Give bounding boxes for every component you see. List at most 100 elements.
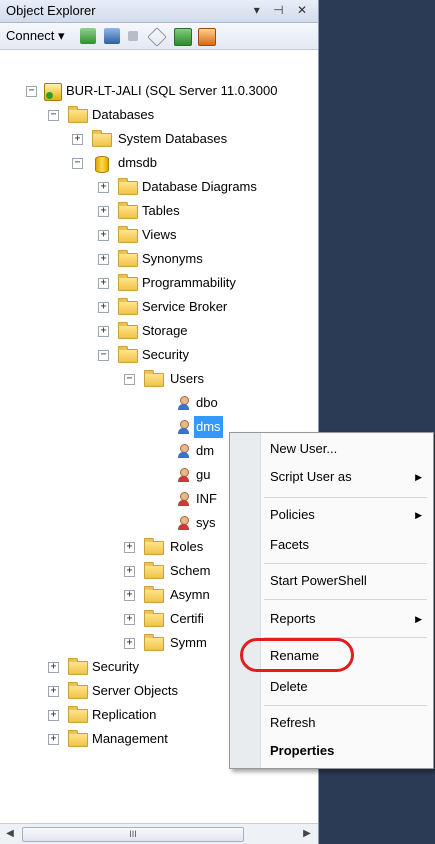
tree-label[interactable]: Security (142, 344, 189, 366)
menu-item-facets[interactable]: Facets (270, 533, 426, 557)
menu-item-label: Policies (270, 507, 315, 522)
tree-label[interactable]: Symm (170, 632, 207, 654)
folder-icon (118, 178, 138, 195)
menu-item-delete[interactable]: Delete (270, 675, 426, 699)
expand-toggle[interactable]: + (48, 734, 59, 745)
tree-label[interactable]: System Databases (118, 128, 227, 150)
expand-toggle[interactable]: + (124, 638, 135, 649)
expand-toggle[interactable]: + (124, 590, 135, 601)
tree-label[interactable]: gu (196, 464, 210, 486)
expand-toggle[interactable]: + (98, 206, 109, 217)
tree-label[interactable]: Replication (92, 704, 156, 726)
expand-toggle[interactable]: + (98, 278, 109, 289)
menu-item-policies[interactable]: Policies ▶ (270, 503, 426, 527)
expand-toggle[interactable]: + (124, 542, 135, 553)
expand-toggle[interactable]: + (124, 614, 135, 625)
database-icon (95, 156, 109, 173)
refresh-icon[interactable] (174, 28, 192, 46)
collapse-toggle[interactable]: − (26, 86, 37, 97)
menu-item-start-powershell[interactable]: Start PowerShell (270, 569, 426, 593)
scroll-thumb[interactable]: III (22, 827, 244, 842)
user-disabled-icon (176, 516, 191, 531)
expand-toggle[interactable]: + (98, 326, 109, 337)
menu-item-label: Properties (270, 743, 335, 758)
tree-label[interactable]: Roles (170, 536, 203, 558)
menu-item-refresh[interactable]: Refresh (270, 711, 426, 735)
tree-label[interactable]: Service Broker (142, 296, 227, 318)
submenu-arrow-icon: ▶ (415, 614, 422, 624)
stop-icon[interactable] (128, 31, 138, 41)
collapse-toggle[interactable]: − (72, 158, 83, 169)
folder-icon (118, 250, 138, 267)
menu-item-properties[interactable]: Properties (270, 739, 426, 763)
menu-item-script-user-as[interactable]: Script User as ▶ (270, 465, 426, 489)
tree-label[interactable]: INF (196, 488, 217, 510)
tree-label[interactable]: Certifi (170, 608, 204, 630)
tree-label[interactable]: Programmability (142, 272, 236, 294)
disconnect-icon[interactable] (104, 28, 120, 44)
folder-icon (144, 538, 164, 555)
scroll-right-icon[interactable]: ▶ (300, 827, 314, 841)
tree-label[interactable]: dms (194, 416, 223, 438)
connect-button[interactable]: Connect ▾ (6, 28, 65, 44)
expand-toggle[interactable]: + (48, 686, 59, 697)
expand-toggle[interactable]: + (98, 230, 109, 241)
menu-item-new-user[interactable]: New User... (270, 437, 426, 461)
horizontal-scrollbar[interactable]: ◀ III ▶ (0, 823, 318, 844)
menu-separator (264, 497, 427, 498)
rename-highlight-circle (240, 638, 354, 672)
menu-item-label: Facets (270, 537, 310, 552)
connect-icon[interactable] (80, 28, 96, 44)
tree-label[interactable]: Synonyms (142, 248, 203, 270)
collapse-toggle[interactable]: − (48, 110, 59, 121)
tree-label[interactable]: dm (196, 440, 214, 462)
object-explorer-toolbar: Connect ▾ (0, 23, 318, 50)
folder-icon (118, 202, 138, 219)
filter-icon[interactable] (147, 27, 167, 47)
tree-label[interactable]: dmsdb (118, 152, 157, 174)
tree-label[interactable]: dbo (196, 392, 218, 414)
menu-item-label: Script User as (270, 469, 352, 484)
tree-label[interactable]: Asymn (170, 584, 210, 606)
folder-icon (118, 226, 138, 243)
tree-label[interactable]: Views (142, 224, 176, 246)
user-disabled-icon (176, 468, 191, 483)
expand-toggle[interactable]: + (48, 710, 59, 721)
activity-icon[interactable] (198, 28, 216, 46)
submenu-arrow-icon: ▶ (415, 510, 422, 520)
tree-label[interactable]: Database Diagrams (142, 176, 257, 198)
menu-separator (264, 563, 427, 564)
folder-icon (144, 562, 164, 579)
window-controls-icon[interactable]: ▾ ⊣ ✕ (254, 3, 312, 17)
submenu-arrow-icon: ▶ (415, 472, 422, 482)
tree-label[interactable]: Tables (142, 200, 180, 222)
tree-label[interactable]: Storage (142, 320, 188, 342)
folder-icon (68, 682, 88, 699)
expand-toggle[interactable]: + (124, 566, 135, 577)
tree-label[interactable]: sys (196, 512, 216, 534)
panel-title: Object Explorer (6, 3, 96, 18)
tree-label[interactable]: Server Objects (92, 680, 178, 702)
tree-label[interactable]: Users (170, 368, 204, 390)
folder-icon (118, 274, 138, 291)
tree-label[interactable]: Security (92, 656, 139, 678)
collapse-toggle[interactable]: − (124, 374, 135, 385)
expand-toggle[interactable]: + (98, 302, 109, 313)
menu-item-reports[interactable]: Reports ▶ (270, 607, 426, 631)
scroll-left-icon[interactable]: ◀ (3, 827, 17, 841)
menu-item-label: Reports (270, 611, 316, 626)
tree-label[interactable]: BUR-LT-JALI (SQL Server 11.0.3000 (66, 80, 277, 102)
folder-icon (68, 658, 88, 675)
menu-separator (264, 705, 427, 706)
object-explorer-titlebar: Object Explorer ▾ ⊣ ✕ (0, 0, 318, 23)
expand-toggle[interactable]: + (98, 182, 109, 193)
collapse-toggle[interactable]: − (98, 350, 109, 361)
tree-label[interactable]: Management (92, 728, 168, 750)
tree-label[interactable]: Schem (170, 560, 210, 582)
expand-toggle[interactable]: + (48, 662, 59, 673)
expand-toggle[interactable]: + (98, 254, 109, 265)
expand-toggle[interactable]: + (72, 134, 83, 145)
folder-icon (68, 106, 88, 123)
folder-icon (144, 370, 164, 387)
tree-label[interactable]: Databases (92, 104, 154, 126)
